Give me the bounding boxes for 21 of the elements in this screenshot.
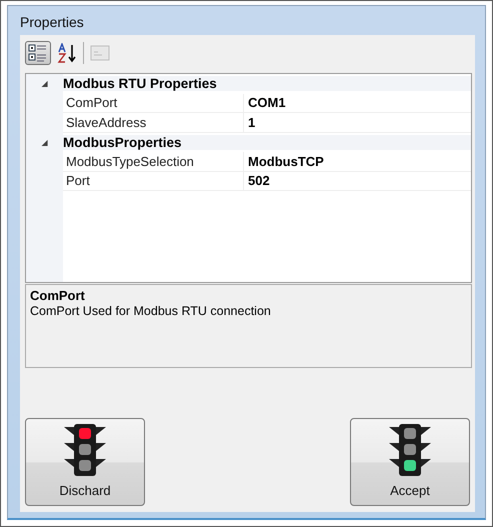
description-title: ComPort (30, 288, 86, 303)
categorized-button[interactable] (25, 41, 51, 65)
panel-title: Properties (20, 14, 85, 30)
property-value[interactable]: COM1 (244, 94, 471, 113)
property-pages-icon (90, 44, 110, 62)
categorized-icon (28, 43, 48, 63)
property-name[interactable]: Port (63, 172, 244, 191)
property-value[interactable]: 502 (244, 172, 471, 191)
property-name[interactable]: ComPort (63, 94, 244, 113)
expand-toggle[interactable]: ◢ (42, 138, 48, 147)
accept-button[interactable]: Accept (350, 418, 470, 506)
property-value[interactable]: 1 (244, 113, 471, 132)
category-name: Modbus RTU Properties (63, 76, 471, 92)
property-name[interactable]: SlaveAddress (63, 113, 244, 132)
property-value[interactable]: ModbusTCP (244, 152, 471, 172)
expand-toggle[interactable]: ◢ (42, 79, 48, 88)
sort-icon (57, 43, 77, 63)
property-name[interactable]: ModbusTypeSelection (63, 152, 244, 172)
category-name: ModbusProperties (63, 134, 471, 150)
description-text: ComPort Used for Modbus RTU connection (30, 304, 272, 318)
discard-button[interactable]: Dischard (25, 418, 145, 506)
